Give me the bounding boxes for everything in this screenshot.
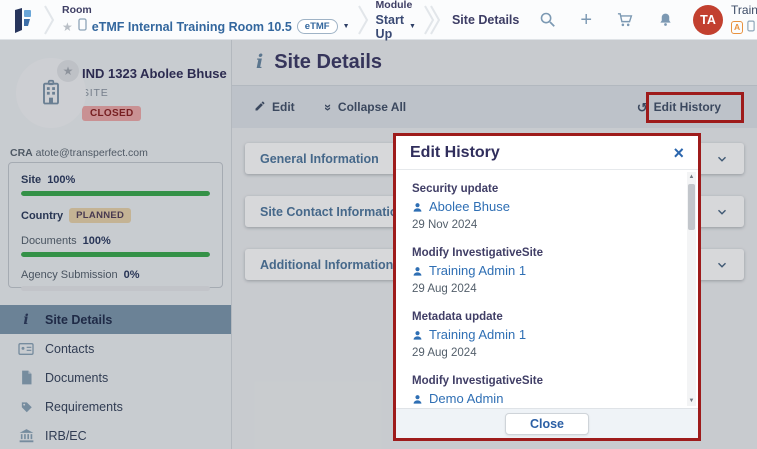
entry-action: Modify InvestigativeSite: [412, 372, 672, 390]
history-entry: Metadata update Training Admin 1 29 Aug …: [412, 308, 672, 362]
current-page-label: Site Details: [452, 13, 519, 27]
scroll-down-icon[interactable]: ▼: [687, 398, 696, 404]
entry-action: Modify InvestigativeSite: [412, 244, 672, 262]
person-icon: [412, 394, 423, 405]
module-value: Start Up: [376, 13, 404, 41]
room-label: Room: [62, 4, 350, 16]
add-icon[interactable]: +: [580, 10, 592, 30]
history-entry: Modify InvestigativeSite Training Admin …: [412, 244, 672, 298]
history-entry: Security update Abolee Bhuse 29 Nov 2024: [412, 180, 672, 234]
breadcrumb-separator: [423, 4, 441, 36]
module-selector[interactable]: Module Start Up ▼: [376, 0, 416, 41]
modal-scrollbar[interactable]: ▲ ▼: [687, 172, 696, 406]
history-entry: Modify InvestigativeSite Demo Admin: [412, 372, 672, 408]
mobile-device-icon: [747, 19, 755, 37]
entry-user-link[interactable]: Demo Admin: [412, 390, 672, 408]
close-button[interactable]: Close: [505, 413, 589, 435]
entry-action: Metadata update: [412, 308, 672, 326]
entry-user-link[interactable]: Training Admin 1: [412, 262, 672, 280]
device-icon: [78, 18, 87, 36]
breadcrumb-separator: [43, 4, 55, 36]
search-icon[interactable]: [539, 11, 556, 28]
favorite-star-icon[interactable]: ★: [62, 21, 73, 33]
person-icon: [412, 202, 423, 213]
edit-history-list: Security update Abolee Bhuse 29 Nov 2024…: [396, 170, 698, 408]
room-selector[interactable]: Room ★ eTMF Internal Training Room 10.5 …: [62, 4, 350, 36]
entry-user-link[interactable]: Abolee Bhuse: [412, 198, 672, 216]
entry-date: 29 Aug 2024: [412, 280, 672, 298]
app-window: Room ★ eTMF Internal Training Room 10.5 …: [0, 0, 757, 449]
close-icon[interactable]: ×: [673, 144, 684, 162]
breadcrumb-separator: [357, 4, 369, 36]
modal-title: Edit History: [410, 144, 500, 162]
room-type-badge: eTMF: [297, 19, 338, 34]
cart-icon[interactable]: [616, 11, 634, 28]
entry-date: 29 Aug 2024: [412, 344, 672, 362]
user-menu[interactable]: TA Training Admin 1 ▼ A: [693, 3, 757, 37]
role-badge: A: [731, 21, 743, 34]
notifications-bell-icon[interactable]: [658, 11, 673, 28]
scrollbar-thumb[interactable]: [688, 184, 695, 230]
user-avatar[interactable]: TA: [693, 5, 723, 35]
user-name: Training Admin 1: [731, 3, 757, 17]
edit-history-modal: Edit History × Security update Abolee Bh…: [393, 133, 701, 441]
scroll-up-icon[interactable]: ▲: [687, 174, 696, 180]
person-icon: [412, 330, 423, 341]
room-name: eTMF Internal Training Room 10.5: [92, 20, 292, 34]
modal-footer: Close: [396, 408, 698, 438]
person-icon: [412, 266, 423, 277]
entry-date: 29 Nov 2024: [412, 216, 672, 234]
entry-action: Security update: [412, 180, 672, 198]
modal-header: Edit History ×: [396, 136, 698, 170]
chevron-down-icon[interactable]: ▼: [409, 23, 416, 30]
chevron-down-icon[interactable]: ▼: [343, 23, 350, 30]
app-logo-icon[interactable]: [10, 7, 36, 33]
module-label: Module: [376, 0, 416, 11]
top-navigation-bar: Room ★ eTMF Internal Training Room 10.5 …: [0, 0, 757, 40]
entry-user-link[interactable]: Training Admin 1: [412, 326, 672, 344]
